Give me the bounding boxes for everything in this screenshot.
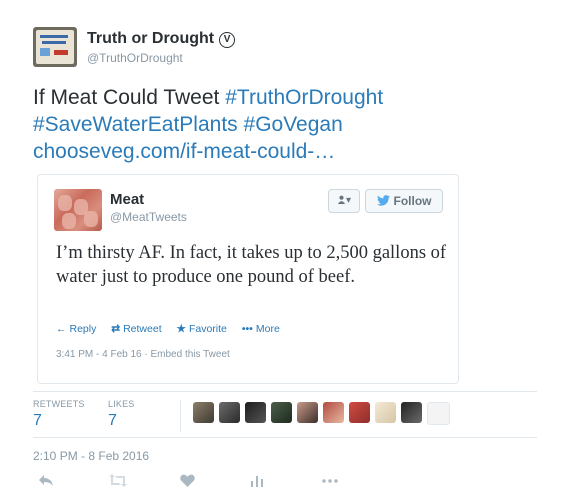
author-name-text[interactable]: Truth or Drought [87, 30, 214, 47]
embedded-tweet-card[interactable]: Meat @MeatTweets ▾ Follow I’m thirsty AF… [37, 174, 459, 384]
retweets-label: RETWEETS [33, 399, 85, 409]
liker-avatar[interactable] [349, 402, 370, 423]
tweet-text: If Meat Could Tweet #TruthOrDrought #Sav… [33, 84, 513, 165]
embedded-timestamp[interactable]: 3:41 PM - 4 Feb 16 · Embed this Tweet [56, 349, 230, 360]
follow-button[interactable]: Follow [365, 189, 443, 213]
user-dropdown-button[interactable]: ▾ [328, 189, 360, 213]
liker-avatar[interactable] [245, 402, 266, 423]
author-avatar[interactable] [33, 27, 77, 67]
avatar-sign-image [36, 30, 74, 64]
likes-count: 7 [108, 412, 117, 429]
tweet-text-plain: If Meat Could Tweet [33, 86, 226, 109]
liker-avatar[interactable] [297, 402, 318, 423]
chevron-down-icon: ▾ [345, 195, 352, 206]
analytics-button[interactable] [251, 474, 263, 491]
liker-avatar[interactable] [271, 402, 292, 423]
more-label: More [255, 323, 280, 335]
analytics-icon [251, 476, 263, 487]
retweet-icon [109, 474, 127, 487]
like-button[interactable] [180, 474, 195, 491]
retweets-count: 7 [33, 412, 42, 429]
author-handle[interactable]: @TruthOrDrought [87, 51, 183, 65]
liker-avatar[interactable] [323, 402, 344, 423]
twitter-bird-icon [376, 195, 390, 206]
star-icon: ★ [176, 323, 186, 335]
reply-icon: ← [56, 323, 67, 335]
embedded-more-action[interactable]: ••• More [242, 323, 280, 335]
retweet-button[interactable] [109, 474, 127, 491]
embedded-reply-action[interactable]: ← Reply [56, 323, 96, 335]
reply-icon [39, 475, 53, 486]
liker-avatar[interactable] [427, 402, 450, 425]
reply-label: Reply [69, 323, 97, 335]
more-dots-icon: ••• [241, 323, 253, 335]
reply-button[interactable] [38, 474, 54, 491]
stats-divider-bottom [33, 437, 537, 438]
more-icon [322, 479, 338, 483]
embedded-tweet-actions: ← Reply ⇄ Retweet ★ Favorite ••• More [56, 323, 292, 335]
meat-avatar[interactable] [54, 189, 102, 231]
retweet-label: Retweet [123, 323, 162, 335]
heart-icon [180, 474, 195, 487]
embedded-retweet-action[interactable]: ⇄ Retweet [111, 323, 161, 335]
stats-divider-top [33, 391, 537, 392]
retweets-stat[interactable]: RETWEETS 7 [33, 399, 85, 430]
embedded-tweet-text: I’m thirsty AF. In fact, it takes up to … [56, 243, 447, 287]
embedded-author-handle[interactable]: @MeatTweets [110, 210, 187, 224]
liker-avatar[interactable] [193, 402, 214, 423]
embedded-favorite-action[interactable]: ★ Favorite [177, 323, 227, 335]
embedded-author-name[interactable]: Meat [110, 191, 144, 208]
hashtag-savewatereatplants[interactable]: #SaveWaterEatPlants [33, 113, 238, 136]
tweet-link[interactable]: chooseveg.com/if-meat-could-… [33, 140, 335, 163]
tweet-date: 2:10 PM - 8 Feb 2016 [33, 449, 150, 463]
hashtag-govegan[interactable]: #GoVegan [244, 113, 343, 136]
retweet-icon: ⇄ [111, 323, 121, 335]
stats-separator [180, 400, 181, 432]
liker-avatar[interactable] [401, 402, 422, 423]
person-icon [337, 195, 346, 204]
liker-avatar[interactable] [219, 402, 240, 423]
likes-stat[interactable]: LIKES 7 [108, 399, 135, 430]
favorite-label: Favorite [188, 323, 227, 335]
verified-icon: V [219, 32, 236, 48]
author-name[interactable]: Truth or Drought V [87, 30, 236, 48]
hashtag-truthordrought[interactable]: #TruthOrDrought [225, 86, 383, 109]
follow-label: Follow [393, 194, 432, 208]
likes-label: LIKES [108, 399, 135, 409]
more-button[interactable] [322, 474, 338, 491]
liker-avatar[interactable] [375, 402, 396, 423]
